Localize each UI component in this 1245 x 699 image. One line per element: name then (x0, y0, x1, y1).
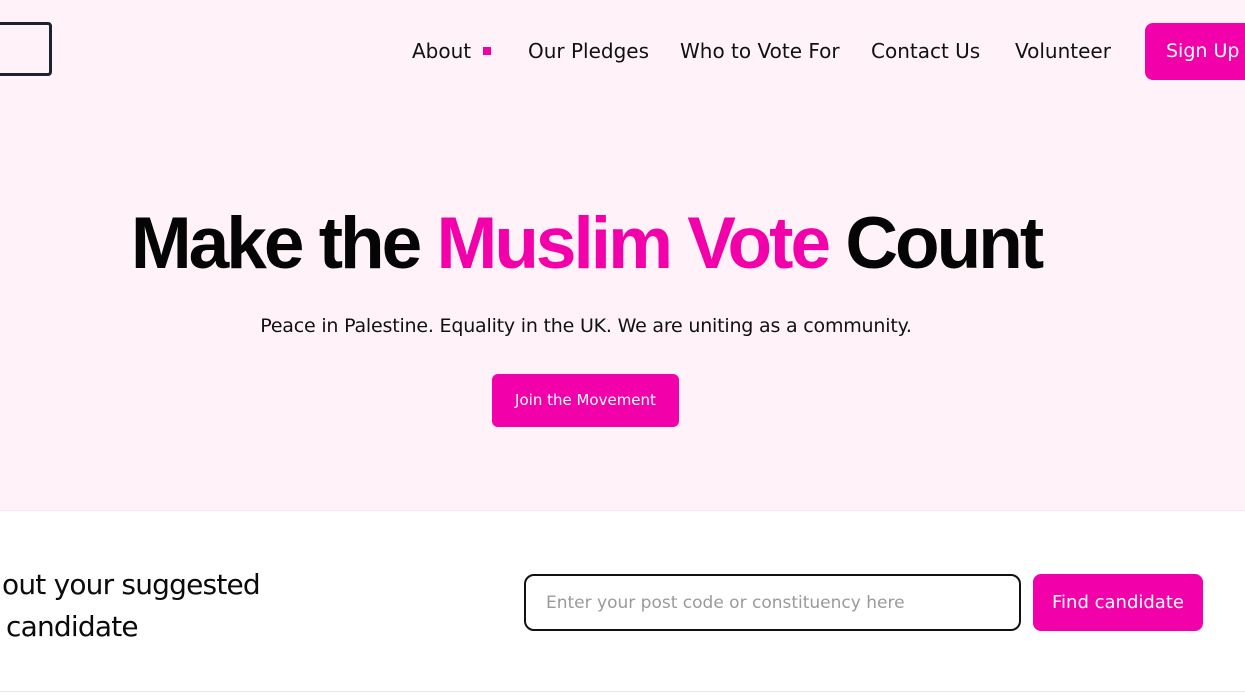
active-nav-indicator (483, 47, 491, 55)
landing-page: About Our Pledges Who to Vote For Contac… (0, 0, 1245, 699)
finder-heading-line1: nd out your suggested (0, 568, 261, 601)
hero-section: About Our Pledges Who to Vote For Contac… (0, 0, 1245, 510)
postcode-search-input[interactable] (524, 574, 1021, 631)
nav-item-contact-us[interactable]: Contact Us (871, 39, 980, 63)
finder-heading: nd out your suggested cal candidate (0, 564, 261, 648)
nav-item-about[interactable]: About (412, 39, 471, 63)
hero-title-accent: Muslim Vote (436, 203, 832, 284)
finder-heading-line2: cal candidate (0, 610, 139, 643)
hero-title: Make the Muslim Vote Count (0, 202, 1172, 286)
hero-title-part1: Make the (130, 203, 437, 284)
candidate-finder-section: nd out your suggested cal candidate Find… (0, 510, 1245, 692)
nav-item-volunteer[interactable]: Volunteer (1015, 39, 1111, 63)
nav-item-who-to-vote-for[interactable]: Who to Vote For (680, 39, 840, 63)
main-nav: About Our Pledges Who to Vote For Contac… (0, 22, 1245, 80)
join-movement-button[interactable]: Join the Movement (492, 374, 679, 427)
find-candidate-button[interactable]: Find candidate (1033, 574, 1203, 631)
nav-item-our-pledges[interactable]: Our Pledges (528, 39, 649, 63)
hero-title-part2: Count (828, 203, 1044, 284)
sign-up-button[interactable]: Sign Up (1145, 23, 1245, 80)
hero-subtitle: Peace in Palestine. Equality in the UK. … (260, 315, 912, 337)
